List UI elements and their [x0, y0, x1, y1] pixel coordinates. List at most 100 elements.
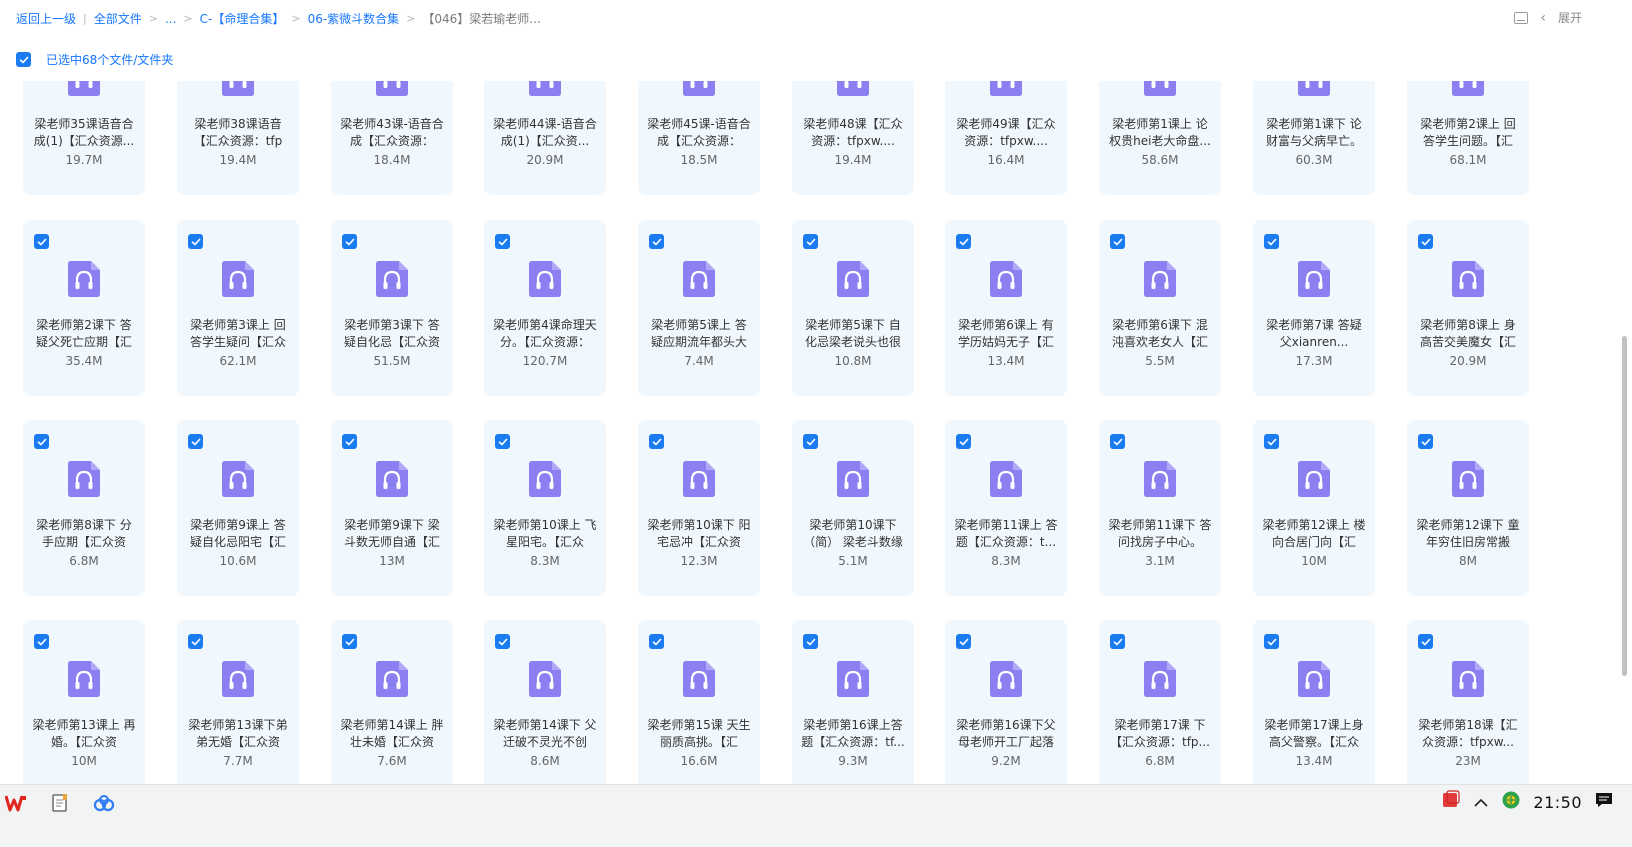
file-checkbox[interactable] [1110, 434, 1125, 449]
chevron-up-icon[interactable] [1473, 793, 1489, 812]
file-card[interactable]: 梁老师第10课下 阳宅忌冲【汇众资 12.3M [638, 420, 760, 596]
file-card[interactable]: 梁老师第14课上 胖壮未婚【汇众资 7.6M [331, 620, 453, 784]
file-checkbox[interactable] [188, 634, 203, 649]
file-card[interactable]: 梁老师45课-语音合成【汇众资源： 18.5M [638, 81, 760, 195]
file-checkbox[interactable] [803, 434, 818, 449]
file-size: 51.5M [373, 354, 411, 368]
file-name: 梁老师第15课 天生丽质高挑。【汇 [647, 718, 751, 749]
file-card[interactable]: 梁老师第2课上 回答学生问题。【汇 68.1M [1407, 81, 1529, 195]
file-card[interactable]: 梁老师43课-语音合成【汇众资源： 18.4M [331, 81, 453, 195]
file-card[interactable]: 梁老师38课语音【汇众资源：tfp 19.4M [177, 81, 299, 195]
breadcrumb-item-ellipsis[interactable]: ... [165, 12, 176, 26]
file-card[interactable]: 梁老师第13课上 再婚。【汇众资 10M [23, 620, 145, 784]
file-checkbox[interactable] [803, 634, 818, 649]
file-checkbox[interactable] [649, 234, 664, 249]
select-all-checkbox[interactable] [16, 52, 31, 67]
file-checkbox[interactable] [1264, 634, 1279, 649]
file-checkbox[interactable] [342, 234, 357, 249]
antivirus-icon[interactable] [1501, 790, 1521, 814]
file-card[interactable]: 梁老师第3课上 回答学生疑问【汇众 62.1M [177, 220, 299, 396]
file-card[interactable]: 梁老师49课【汇众资源：tfpxw.... 16.4M [945, 81, 1067, 195]
notepad-icon[interactable] [48, 791, 72, 815]
file-card[interactable]: 梁老师第5课上 答疑应期流年都头大 7.4M [638, 220, 760, 396]
file-checkbox[interactable] [956, 234, 971, 249]
file-checkbox[interactable] [188, 434, 203, 449]
file-card[interactable]: 梁老师第1课下 论财富与父病早亡。 60.3M [1253, 81, 1375, 195]
file-card[interactable]: 梁老师第12课下 童年穷住旧房常搬 8M [1407, 420, 1529, 596]
file-size: 7.7M [223, 754, 253, 768]
file-card[interactable]: 梁老师48课【汇众资源：tfpxw.... 19.4M [792, 81, 914, 195]
back-link[interactable]: 返回上一级 [16, 10, 76, 27]
file-name: 梁老师第2课上 回答学生问题。【汇 [1420, 117, 1516, 148]
file-card[interactable]: 梁老师第11课上 答题【汇众资源：t... 8.3M [945, 420, 1067, 596]
audio-file-icon [989, 81, 1023, 97]
file-card[interactable]: 梁老师第8课下 分手应期【汇众资 6.8M [23, 420, 145, 596]
baidu-netdisk-icon[interactable] [92, 791, 116, 815]
file-checkbox[interactable] [1110, 634, 1125, 649]
file-card[interactable]: 梁老师44课-语音合成(1)【汇众资... 20.9M [484, 81, 606, 195]
file-checkbox[interactable] [1264, 234, 1279, 249]
file-checkbox[interactable] [188, 234, 203, 249]
file-checkbox[interactable] [34, 434, 49, 449]
file-card[interactable]: 梁老师第3课下 答疑自化忌【汇众资 51.5M [331, 220, 453, 396]
vertical-scrollbar[interactable] [1620, 80, 1628, 784]
file-card[interactable]: 梁老师第10课下（简） 梁老斗数缘 5.1M [792, 420, 914, 596]
file-card[interactable]: 梁老师第1课上 论权贵hei老大命盘... 58.6M [1099, 81, 1221, 195]
file-checkbox[interactable] [1110, 234, 1125, 249]
audio-file-icon [528, 460, 562, 498]
file-card[interactable]: 梁老师第15课 天生丽质高挑。【汇 16.6M [638, 620, 760, 784]
file-checkbox[interactable] [956, 634, 971, 649]
file-card[interactable]: 梁老师第12课上 楼向合居门向【汇 10M [1253, 420, 1375, 596]
file-card[interactable]: 梁老师第17课上身高父警察。【汇众 13.4M [1253, 620, 1375, 784]
file-card[interactable]: 梁老师第14课下 父迁破不灵光不创 8.6M [484, 620, 606, 784]
file-card[interactable]: 梁老师第9课上 答疑自化忌阳宅【汇 10.6M [177, 420, 299, 596]
check-icon [959, 438, 968, 445]
file-checkbox[interactable] [1264, 434, 1279, 449]
file-checkbox[interactable] [1418, 634, 1433, 649]
file-checkbox[interactable] [649, 434, 664, 449]
file-checkbox[interactable] [1418, 434, 1433, 449]
breadcrumb-item-c[interactable]: C-【命理合集】 [200, 10, 285, 27]
file-size: 10M [71, 754, 97, 768]
file-checkbox[interactable] [34, 634, 49, 649]
file-checkbox[interactable] [495, 234, 510, 249]
breadcrumb-item-06[interactable]: 06-紫微斗数合集 [308, 10, 400, 27]
file-card[interactable]: 梁老师35课语音合成(1)【汇众资源... 19.7M [23, 81, 145, 195]
notification-icon[interactable] [1594, 791, 1614, 813]
file-checkbox[interactable] [803, 234, 818, 249]
scrollbar-thumb[interactable] [1622, 336, 1627, 676]
file-card[interactable]: 梁老师第16课下父母老师开工厂起落 9.2M [945, 620, 1067, 784]
file-card[interactable]: 梁老师第2课下 答疑父死亡应期【汇 35.4M [23, 220, 145, 396]
ime-icon[interactable] [1441, 790, 1461, 814]
file-card[interactable]: 梁老师第7课 答疑父xianren... 17.3M [1253, 220, 1375, 396]
file-card[interactable]: 梁老师第6课上 有学历姑妈无子【汇 13.4M [945, 220, 1067, 396]
file-checkbox[interactable] [342, 634, 357, 649]
file-card[interactable]: 梁老师第10课上 飞星阳宅。【汇众 8.3M [484, 420, 606, 596]
file-card[interactable]: 梁老师第18课【汇众资源：tfpxw... 23M [1407, 620, 1529, 784]
file-checkbox[interactable] [495, 434, 510, 449]
file-card[interactable]: 梁老师第16课上答题【汇众资源：tf... 9.3M [792, 620, 914, 784]
file-card[interactable]: 梁老师第17课 下【汇众资源：tfp... 6.8M [1099, 620, 1221, 784]
file-card[interactable]: 梁老师第4课命理天分。【汇众资源： 120.7M [484, 220, 606, 396]
breadcrumb-item-all-files[interactable]: 全部文件 [94, 10, 142, 27]
file-checkbox[interactable] [342, 434, 357, 449]
file-checkbox[interactable] [649, 634, 664, 649]
file-card[interactable]: 梁老师第11课下 答问找房子中心。 3.1M [1099, 420, 1221, 596]
file-checkbox[interactable] [34, 234, 49, 249]
file-card[interactable]: 梁老师第8课上 身高苦交美魔女【汇 20.9M [1407, 220, 1529, 396]
file-card[interactable]: 梁老师第9课下 梁斗数无师自通【汇 13M [331, 420, 453, 596]
file-card[interactable]: 梁老师第13课下弟弟无婚【汇众资 7.7M [177, 620, 299, 784]
expand-button[interactable]: 展开 [1558, 9, 1582, 26]
chevron-left-icon[interactable]: ‹ [1540, 10, 1546, 26]
wps-icon[interactable] [4, 791, 28, 815]
file-checkbox[interactable] [495, 634, 510, 649]
file-name: 梁老师第14课上 胖壮未婚【汇众资 [340, 718, 444, 749]
file-checkbox[interactable] [1418, 234, 1433, 249]
file-checkbox[interactable] [956, 434, 971, 449]
clock[interactable]: 21:50 [1533, 793, 1582, 812]
file-card[interactable]: 梁老师第5课下 自化忌梁老说头也很 10.8M [792, 220, 914, 396]
audio-file-icon [1143, 460, 1177, 498]
view-toggle-icon[interactable] [1514, 11, 1529, 24]
audio-file-icon [375, 81, 409, 97]
file-card[interactable]: 梁老师第6课下 混沌喜欢老女人【汇 5.5M [1099, 220, 1221, 396]
